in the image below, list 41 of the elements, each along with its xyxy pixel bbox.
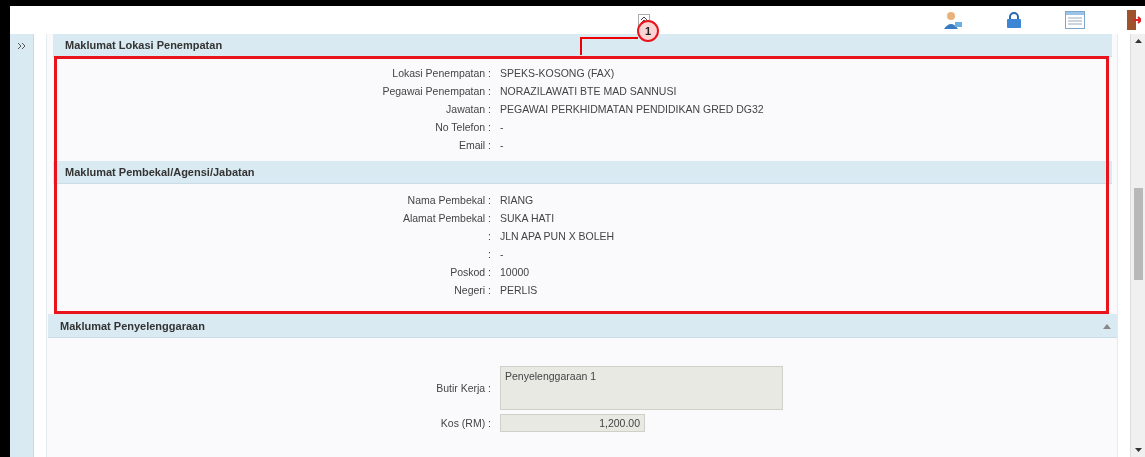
field-label: No Telefon : <box>434 121 491 133</box>
field-label: Negeri : <box>453 284 491 296</box>
field-label: Butir Kerja : <box>435 382 491 394</box>
field-label: Alamat Pembekal : <box>401 212 491 224</box>
list-icon[interactable] <box>1065 11 1085 29</box>
field-label: : <box>487 248 491 260</box>
field-value: SUKA HATI <box>500 212 556 224</box>
input-field[interactable]: 1,200.00 <box>500 414 645 432</box>
scrollbar[interactable] <box>1130 34 1145 457</box>
field-label: Pegawai Penempatan : <box>381 85 491 97</box>
user-icon[interactable] <box>943 10 963 30</box>
field-label: Lokasi Penempatan : <box>391 67 491 79</box>
field-value: 10000 <box>500 266 531 278</box>
field-value: PERLIS <box>500 284 539 296</box>
field-label: Poskod : <box>449 266 491 278</box>
field-value: NORAZILAWATI BTE MAD SANNUSI <box>500 85 678 97</box>
field-label: : <box>487 230 491 242</box>
collapse-icon[interactable] <box>1103 323 1111 329</box>
expand-icon[interactable] <box>16 42 27 50</box>
scroll-thumb[interactable] <box>1133 188 1143 280</box>
text-area[interactable]: Penyelenggaraan 1 <box>500 366 783 410</box>
field-label: Jawatan : <box>445 103 491 115</box>
field-value: RIANG <box>500 194 535 206</box>
scroll-down-icon[interactable] <box>1134 448 1142 452</box>
leader-line <box>580 37 638 55</box>
field-value: - <box>500 139 505 151</box>
field-value: - <box>500 248 505 260</box>
section-title: Maklumat Pembekal/Agensi/Jabatan <box>65 166 255 178</box>
field-value: SPEKS-KOSONG (FAX) <box>500 67 616 79</box>
field-value: JLN APA PUN X BOLEH <box>500 230 616 242</box>
field-value: PEGAWAI PERKHIDMATAN PENDIDIKAN GRED DG32 <box>500 103 765 115</box>
lock-icon[interactable] <box>1005 12 1023 28</box>
section-title: Maklumat Lokasi Penempatan <box>65 39 223 51</box>
field-label: Nama Pembekal : <box>406 194 491 206</box>
field-label: Kos (RM) : <box>439 417 491 429</box>
field-label: Email : <box>457 139 491 151</box>
callout-number: 1 <box>637 20 659 42</box>
field-value: - <box>500 121 505 133</box>
section-title: Maklumat Penyelenggaraan <box>60 320 205 332</box>
scroll-up-icon[interactable] <box>1134 39 1142 43</box>
exit-icon[interactable] <box>1127 10 1141 30</box>
